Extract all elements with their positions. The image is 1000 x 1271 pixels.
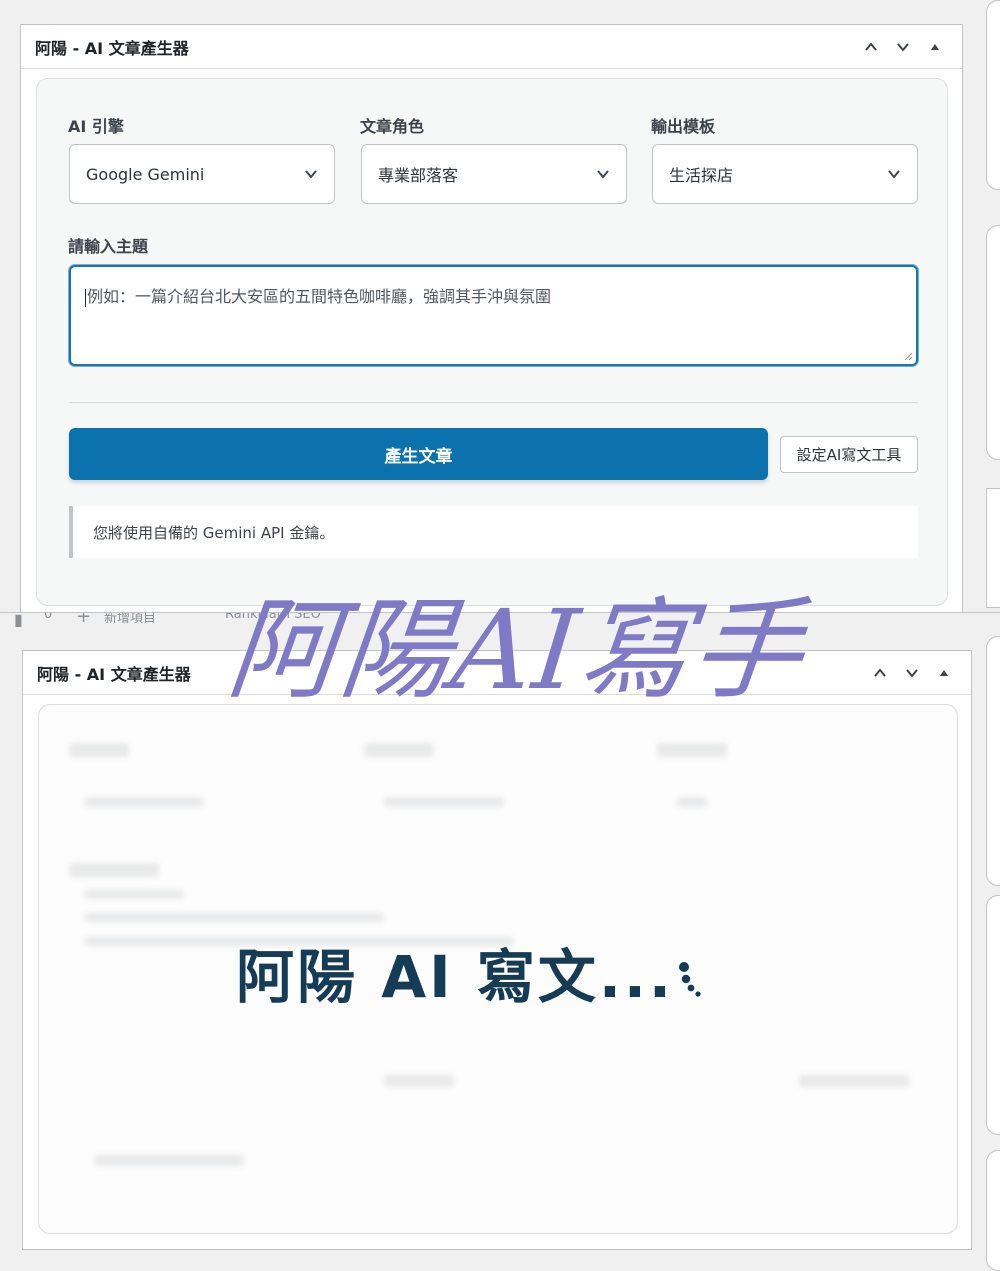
ghost-label: [69, 863, 159, 877]
loading-text: 阿陽 AI 寫文...: [236, 943, 674, 1011]
ghost-label: [69, 743, 129, 757]
form-divider: [69, 402, 918, 403]
panel-title: 阿陽 - AI 文章產生器: [35, 38, 189, 58]
move-up-button[interactable]: [858, 34, 884, 60]
comment-icon[interactable]: ▮: [14, 613, 23, 629]
resize-grip-icon[interactable]: [903, 351, 913, 361]
ghost-label: [364, 743, 434, 757]
move-down-button[interactable]: [899, 660, 925, 686]
ghost-button: [799, 1075, 909, 1087]
chevron-up-icon: [874, 667, 886, 677]
triangle-up-icon: [931, 43, 939, 50]
toggle-panel-button[interactable]: [931, 660, 957, 686]
ghost-label: [657, 743, 727, 757]
engine-select[interactable]: Google Gemini: [69, 144, 335, 204]
template-select[interactable]: 生活探店: [652, 144, 918, 204]
chevron-down-icon: [897, 42, 909, 52]
plus-icon: +: [76, 612, 92, 627]
chevron-down-icon: [888, 170, 900, 179]
topic-input[interactable]: 例如：一篇介紹台北大安區的五間特色咖啡廳，強調其手沖與氛圍: [69, 265, 918, 366]
api-key-notice: 您將使用自備的 Gemini API 金鑰。: [69, 506, 918, 558]
ghost-button: [384, 1075, 454, 1087]
new-item-link[interactable]: 新增項目: [104, 613, 156, 626]
comments-count: 0: [44, 612, 53, 622]
topic-placeholder: 例如：一篇介紹台北大安區的五間特色咖啡廳，強調其手沖與氛圍: [87, 287, 552, 306]
panel-header: 阿陽 - AI 文章產生器: [21, 25, 962, 69]
ghost-select: [84, 797, 204, 807]
right-panel-edge: [986, 0, 1000, 190]
chevron-down-icon: [906, 668, 918, 678]
chevron-up-icon: [865, 41, 877, 51]
move-down-button[interactable]: [890, 34, 916, 60]
role-select-value: 專業部落客: [378, 166, 459, 185]
chevron-down-icon: [305, 170, 317, 179]
ghost-notice: [94, 1155, 244, 1166]
right-panel-edge: [986, 636, 1000, 886]
text-caret: [85, 288, 86, 307]
template-label: 輸出模板: [651, 117, 716, 136]
engine-label: AI 引擎: [68, 117, 124, 136]
right-panel-edge: [986, 225, 1000, 460]
triangle-up-icon: [940, 669, 948, 676]
chevron-down-icon: [597, 170, 609, 179]
move-up-button[interactable]: [867, 660, 893, 686]
ghost-select: [677, 797, 707, 807]
role-select[interactable]: 專業部落客: [361, 144, 627, 204]
engine-select-value: Google Gemini: [86, 164, 205, 184]
template-select-value: 生活探店: [669, 166, 734, 185]
role-label: 文章角色: [360, 117, 425, 136]
right-panel-edge: [986, 1150, 1000, 1271]
generate-article-button[interactable]: 產生文章: [69, 428, 768, 480]
right-panel-edge: [986, 488, 1000, 608]
generator-form: AI 引擎 文章角色 輸出模板 Google Gemini 專業部落客 生活探店…: [36, 78, 948, 606]
ghost-select: [384, 797, 504, 807]
settings-button[interactable]: 設定AI寫文工具: [780, 436, 918, 473]
ai-generator-panel: 阿陽 - AI 文章產生器 AI 引擎 文章角色 輸出模板 Google Gem…: [20, 24, 963, 614]
topic-label: 請輸入主題: [68, 237, 149, 256]
loading-spinner-icon: [679, 962, 701, 997]
ghost-line: [84, 913, 384, 922]
right-panel-edge: [986, 895, 1000, 1135]
ghost-line: [84, 890, 184, 899]
toggle-panel-button[interactable]: [922, 34, 948, 60]
watermark-text: 阿陽AI寫手: [222, 586, 811, 714]
